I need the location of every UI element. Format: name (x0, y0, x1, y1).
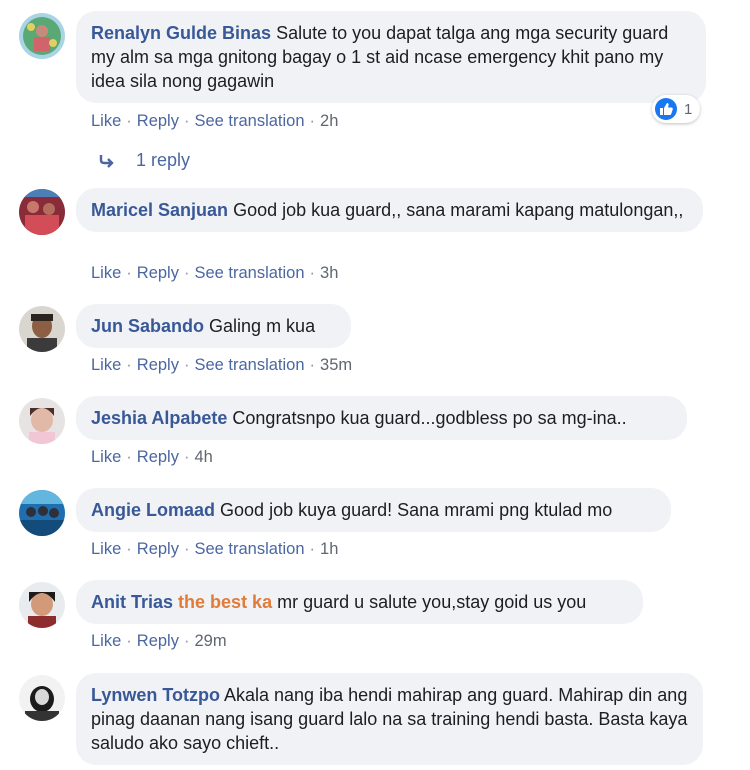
comment-actions: Like · Reply · See translation · 3h (91, 264, 338, 283)
separator-dot: · (309, 356, 316, 374)
avatar[interactable] (19, 582, 65, 628)
comment-time[interactable]: 3h (320, 264, 338, 282)
reply-link[interactable]: Reply (137, 264, 179, 282)
separator-dot: · (183, 356, 190, 374)
reply-link[interactable]: Reply (137, 632, 179, 650)
separator-dot: · (183, 632, 190, 650)
comment-bubble: Maricel Sanjuan Good job kua guard,, san… (76, 188, 703, 232)
comment-bubble: Renalyn Gulde Binas Salute to you dapat … (76, 11, 706, 103)
like-link[interactable]: Like (91, 356, 121, 374)
see-translation-link[interactable]: See translation (194, 356, 304, 374)
see-translation-link[interactable]: See translation (194, 264, 304, 282)
comment-author[interactable]: Lynwen Totzpo (91, 685, 220, 705)
separator-dot: · (126, 264, 132, 282)
comment-actions: Like · Reply · See translation · 35m (91, 356, 352, 375)
comment-bubble: Angie Lomaad Good job kuya guard! Sana m… (76, 488, 671, 532)
reply-arrow-icon (99, 154, 114, 168)
comment-bubble: Anit Trias the best ka mr guard u salute… (76, 580, 643, 624)
avatar[interactable] (19, 306, 65, 352)
comment-text: Galing m kua (209, 316, 316, 336)
comment-time[interactable]: 4h (194, 448, 212, 466)
reply-link[interactable]: Reply (137, 540, 179, 558)
comment-author[interactable]: Jun Sabando (91, 316, 204, 336)
avatar[interactable] (19, 189, 65, 235)
like-link[interactable]: Like (91, 112, 121, 130)
like-link[interactable]: Like (91, 448, 121, 466)
separator-dot: · (126, 356, 132, 374)
separator-dot: · (126, 112, 132, 130)
reaction-badge[interactable]: 1 (652, 95, 700, 123)
comment-bubble: Lynwen Totzpo Akala nang iba hendi mahir… (76, 673, 703, 765)
comment-time[interactable]: 1h (320, 540, 338, 558)
comment-text: mr guard u salute you,stay goid us you (277, 592, 587, 612)
see-translation-link[interactable]: See translation (194, 540, 304, 558)
separator-dot: · (309, 540, 316, 558)
mention-tag[interactable]: the best ka (178, 592, 272, 612)
separator-dot: · (309, 112, 316, 130)
comment-author[interactable]: Anit Trias (91, 592, 173, 612)
comment-actions: Like · Reply · See translation · 1h (91, 540, 338, 559)
separator-dot: · (126, 632, 132, 650)
comment-actions: Like · Reply · See translation · 2h (91, 112, 338, 131)
comment-time[interactable]: 35m (320, 356, 352, 374)
separator-dot: · (183, 264, 190, 282)
separator-dot: · (126, 540, 132, 558)
reply-link[interactable]: Reply (137, 356, 179, 374)
comment-author[interactable]: Angie Lomaad (91, 500, 215, 520)
separator-dot: · (183, 448, 190, 466)
view-replies-link[interactable]: 1 reply (98, 150, 190, 171)
separator-dot: · (126, 448, 132, 466)
like-thumb-icon (655, 98, 677, 120)
reaction-count: 1 (684, 100, 693, 118)
avatar[interactable] (19, 675, 65, 721)
replies-count-label[interactable]: 1 reply (136, 150, 190, 171)
comment-actions: Like · Reply · 29m (91, 632, 227, 651)
separator-dot: · (183, 540, 190, 558)
like-link[interactable]: Like (91, 632, 121, 650)
comment-bubble: Jun Sabando Galing m kua (76, 304, 351, 348)
avatar[interactable] (19, 13, 65, 59)
reply-link[interactable]: Reply (137, 112, 179, 130)
comment-author[interactable]: Maricel Sanjuan (91, 200, 228, 220)
comment-bubble: Jeshia Alpabete Congratsnpo kua guard...… (76, 396, 687, 440)
comment-text: Good job kuya guard! Sana mrami png ktul… (220, 500, 613, 520)
comment-author[interactable]: Jeshia Alpabete (91, 408, 227, 428)
comment-author[interactable]: Renalyn Gulde Binas (91, 23, 271, 43)
separator-dot: · (183, 112, 190, 130)
comment-text: Good job kua guard,, sana marami kapang … (233, 200, 684, 220)
comment-time[interactable]: 29m (194, 632, 226, 650)
comment-text: Congratsnpo kua guard...godbless po sa m… (232, 408, 627, 428)
like-link[interactable]: Like (91, 540, 121, 558)
avatar[interactable] (19, 490, 65, 536)
like-link[interactable]: Like (91, 264, 121, 282)
see-translation-link[interactable]: See translation (194, 112, 304, 130)
separator-dot: · (309, 264, 316, 282)
reply-link[interactable]: Reply (137, 448, 179, 466)
comment-time[interactable]: 2h (320, 112, 338, 130)
avatar[interactable] (19, 398, 65, 444)
comment-actions: Like · Reply · 4h (91, 448, 213, 467)
